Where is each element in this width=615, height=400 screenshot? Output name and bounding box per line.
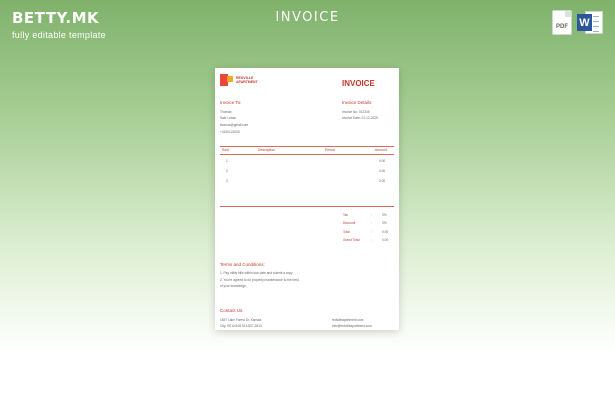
brand-tagline: fully editable template (12, 30, 106, 40)
tax-value: 0% (382, 213, 387, 217)
total-value: 0.00 (382, 230, 389, 234)
invoice-to-heading: Invoice To: (220, 100, 242, 105)
invoice-details-heading: Invoice Details: (342, 100, 373, 105)
pdf-file-icon[interactable]: PDF (552, 10, 572, 35)
contact-heading: Contact Us: (220, 308, 244, 313)
terms-line: of your knowledge (220, 284, 246, 288)
discount-label: Discount (343, 221, 356, 225)
tax-label: Tax (343, 213, 348, 217)
table-header-rule (220, 154, 394, 155)
invoice-date: Invoice Date: 01-12-2025 (342, 116, 378, 120)
table-bottom-rule (220, 206, 394, 207)
client-name: Thomas (220, 110, 232, 114)
total-label: Total (343, 230, 350, 234)
company-logo: REDVILLE APARTMENT (220, 74, 264, 86)
grand-total-label: Grand Total (343, 238, 360, 242)
company-name: REDVILLE APARTMENT (236, 76, 258, 84)
col-header-description: Description (258, 148, 275, 152)
client-email: thomas@gmail.com (220, 123, 249, 127)
invoice-number: Invoice No: 012345 (342, 110, 370, 114)
contact-email: info@redvilleapartment.com (332, 324, 372, 328)
file-format-icons: PDF W (552, 10, 603, 35)
word-label: W (577, 14, 592, 31)
contact-address: City, KS 64108 913-837-2813 (220, 324, 262, 328)
col-header-amount: Amount (375, 148, 387, 152)
table-row: 3 (226, 179, 228, 183)
client-role: Sale Lease (220, 116, 236, 120)
row-amount: 0.00 (379, 179, 386, 183)
terms-heading: Terms and Conditions: (220, 262, 265, 267)
invoice-preview[interactable]: REDVILLE APARTMENT INVOICE Invoice To: T… (215, 68, 399, 330)
row-amount: 0.00 (379, 169, 386, 173)
contact-address: 1837 Lake Forest Dr, Kansas (220, 318, 262, 322)
table-row: 1 (226, 159, 228, 163)
col-header-period: Period (325, 148, 335, 152)
terms-line: 1. Pay utility bills within due date and… (220, 271, 293, 275)
discount-value: 0% (382, 221, 387, 225)
word-file-icon[interactable]: W (577, 10, 603, 35)
pdf-label: PDF (556, 24, 568, 30)
contact-website: redvilleapartment.com (332, 318, 364, 322)
terms-line: 2. You're agreed to do property maintena… (220, 278, 299, 282)
page-title: INVOICE (275, 10, 340, 25)
company-logo-icon (220, 74, 233, 86)
table-row: 2 (226, 169, 228, 173)
table-top-rule (220, 146, 394, 147)
col-header-sold: Sold (222, 148, 229, 152)
grand-total-value: 0.00 (382, 238, 389, 242)
client-phone: +4190122635 (220, 130, 240, 134)
invoice-title: INVOICE (342, 79, 375, 88)
row-amount: 0.00 (379, 159, 386, 163)
